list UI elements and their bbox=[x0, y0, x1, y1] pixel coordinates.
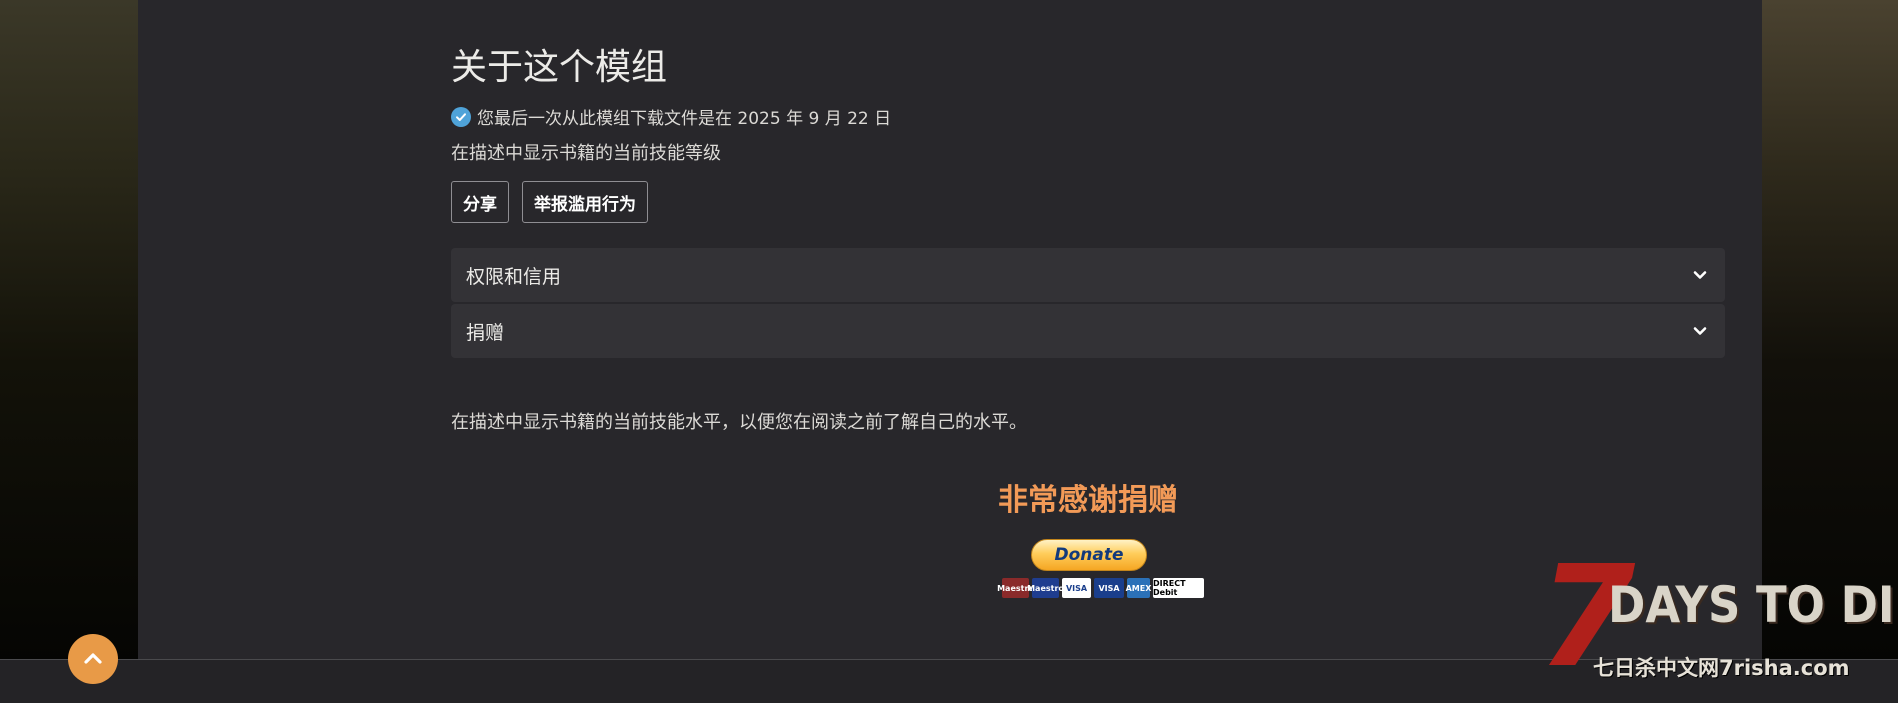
mod-description: 在描述中显示书籍的当前技能水平，以便您在阅读之前了解自己的水平。 bbox=[451, 412, 1027, 433]
maestro-card-icon: Maestro bbox=[997, 578, 1034, 598]
accordion-label: 捐赠 bbox=[466, 321, 505, 344]
site-watermark-logo: 7 DAYS TO DIE 七日杀中文网7risha.com bbox=[1538, 548, 1898, 698]
share-button[interactable]: 分享 bbox=[451, 181, 509, 223]
donation-thanks-heading: 非常感谢捐赠 bbox=[998, 483, 1178, 518]
logo-site-text: 七日杀中文网7risha.com bbox=[1593, 656, 1850, 680]
page-title: 关于这个模组 bbox=[451, 47, 668, 88]
logo-title: DAYS TO DIE bbox=[1608, 576, 1898, 634]
visa-card-icon: VISA bbox=[1062, 578, 1091, 598]
payment-card-logos: Maestro Maestro VISA VISA AMEX DIRECT De… bbox=[997, 578, 1204, 598]
scroll-to-top-button[interactable] bbox=[68, 634, 118, 684]
left-background bbox=[0, 0, 138, 660]
check-circle-icon bbox=[451, 106, 471, 127]
maestro-card-icon: Maestro bbox=[1027, 578, 1064, 598]
accordion-permissions[interactable]: 权限和信用 bbox=[451, 248, 1725, 302]
download-notice: 您最后一次从此模组下载文件是在 2025 年 9 月 22 日 bbox=[451, 104, 891, 129]
paypal-donate: Donate Maestro Maestro VISA VISA AMEX DI… bbox=[989, 536, 1204, 602]
chevron-down-icon bbox=[1691, 322, 1709, 340]
donate-button[interactable]: Donate bbox=[1031, 539, 1147, 571]
accordion-donations[interactable]: 捐赠 bbox=[451, 304, 1725, 358]
action-buttons: 分享 举报滥用行为 bbox=[451, 181, 648, 223]
download-notice-text: 您最后一次从此模组下载文件是在 2025 年 9 月 22 日 bbox=[477, 109, 892, 129]
direct-debit-icon: DIRECT Debit bbox=[1153, 578, 1204, 598]
visa-card-icon: VISA bbox=[1094, 578, 1124, 598]
mod-summary: 在描述中显示书籍的当前技能等级 bbox=[451, 143, 721, 164]
content-panel: 关于这个模组 您最后一次从此模组下载文件是在 2025 年 9 月 22 日 在… bbox=[138, 0, 1762, 660]
amex-card-icon: AMEX bbox=[1126, 578, 1151, 598]
chevron-up-icon bbox=[83, 650, 103, 669]
accordion-label: 权限和信用 bbox=[466, 265, 562, 288]
report-abuse-button[interactable]: 举报滥用行为 bbox=[522, 181, 648, 223]
chevron-down-icon bbox=[1691, 266, 1709, 284]
